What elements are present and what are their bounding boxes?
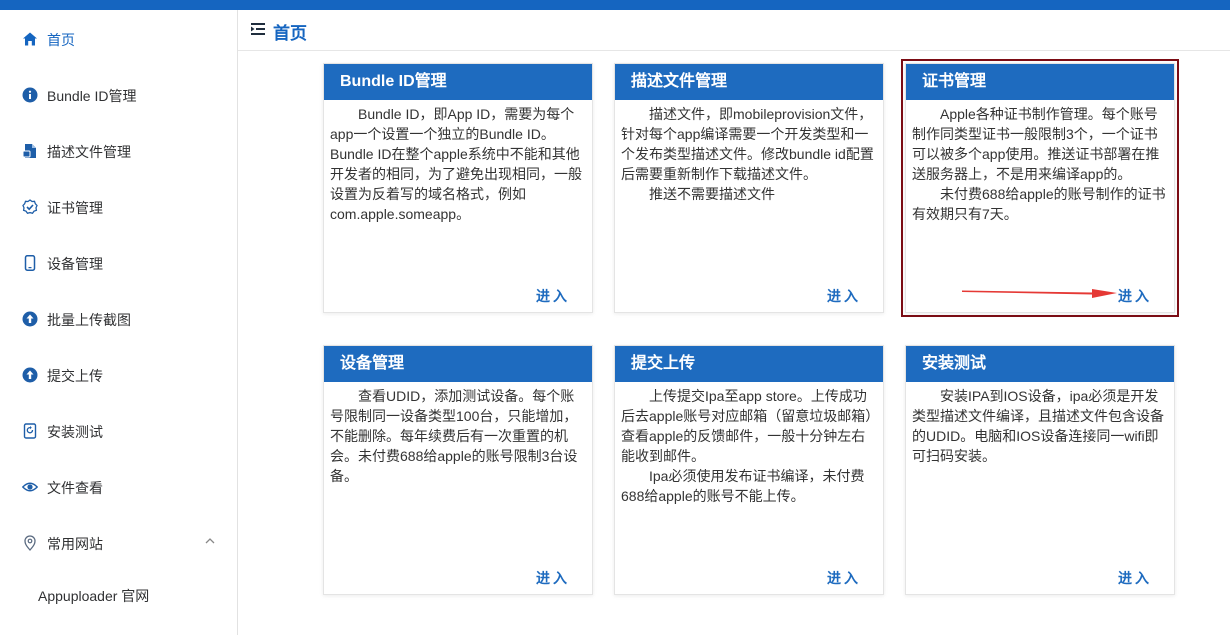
- sidebar-item-install-test[interactable]: 安装测试: [0, 411, 237, 451]
- sidebar-item-label: Bundle ID管理: [47, 88, 137, 104]
- sidebar-item-label: 首页: [47, 32, 75, 48]
- sidebar: 首页 Bundle ID管理 描述文件管理 证书管理 设备管理 批量上传截图 提…: [0, 10, 238, 635]
- card-profiles: 描述文件管理 描述文件，即mobileprovision文件，针对每个app编译…: [614, 63, 884, 313]
- sidebar-item-bundle-id[interactable]: Bundle ID管理: [0, 75, 237, 115]
- card-submit-upload: 提交上传 上传提交Ipa至app store。上传成功后去apple账号对应邮箱…: [614, 345, 884, 595]
- sidebar-item-label: 提交上传: [47, 368, 103, 384]
- file-icon: [22, 144, 36, 158]
- enter-button[interactable]: 进入: [1118, 568, 1152, 588]
- sidebar-item-submit-upload[interactable]: 提交上传: [0, 355, 237, 395]
- card-paragraph: Apple各种证书制作管理。每个账号制作同类型证书一般限制3个，一个证书可以被多…: [912, 106, 1160, 182]
- card-description: 查看UDID，添加测试设备。每个账号限制同一设备类型100台，只能增加，不能删除…: [324, 382, 592, 486]
- sidebar-item-label: 安装测试: [47, 424, 103, 440]
- card-title: 证书管理: [906, 64, 1174, 100]
- card-paragraph: Ipa必须使用发布证书编译，未付费688给apple的账号不能上传。: [621, 468, 865, 504]
- sidebar-item-devices[interactable]: 设备管理: [0, 243, 237, 283]
- sidebar-item-label: 设备管理: [47, 256, 103, 272]
- card-certificates: 证书管理 Apple各种证书制作管理。每个账号制作同类型证书一般限制3个，一个证…: [901, 59, 1179, 317]
- card-paragraph: 安装IPA到IOS设备，ipa必须是开发类型描述文件编译，且描述文件包含设备的U…: [912, 388, 1164, 464]
- sidebar-item-label: 常用网站: [47, 536, 103, 552]
- sidebar-item-label: 描述文件管理: [47, 144, 131, 160]
- card-description: Bundle ID，即App ID，需要为每个app一个设置一个独立的Bundl…: [324, 100, 592, 224]
- sidebar-item-label: 证书管理: [47, 200, 103, 216]
- card-paragraph: Bundle ID，即App ID，需要为每个app一个设置一个独立的Bundl…: [330, 106, 582, 222]
- sidebar-item-certificates[interactable]: 证书管理: [0, 187, 237, 227]
- sidebar-item-common-sites[interactable]: 常用网站: [0, 523, 237, 563]
- card-title: 设备管理: [324, 346, 592, 382]
- card-title: Bundle ID管理: [324, 64, 592, 100]
- page-header: 首页: [238, 10, 1230, 51]
- card-title: 描述文件管理: [615, 64, 883, 100]
- certificate-icon: [22, 199, 38, 215]
- enter-button[interactable]: 进入: [536, 568, 570, 588]
- sidebar-item-home[interactable]: 首页: [0, 19, 237, 59]
- card-paragraph: 查看UDID，添加测试设备。每个账号限制同一设备类型100台，只能增加，不能删除…: [330, 388, 578, 484]
- sidebar-item-profiles[interactable]: 描述文件管理: [0, 131, 237, 171]
- home-icon: [23, 32, 37, 46]
- enter-button[interactable]: 进入: [1118, 286, 1152, 306]
- sidebar-subitem-appuploader-site[interactable]: Appuploader 官网: [38, 586, 149, 606]
- sidebar-item-batch-screenshots[interactable]: 批量上传截图: [0, 299, 237, 339]
- card-description: Apple各种证书制作管理。每个账号制作同类型证书一般限制3个，一个证书可以被多…: [906, 100, 1174, 224]
- eye-icon: [22, 482, 38, 492]
- install-icon: [23, 423, 37, 439]
- card-bundle-id: Bundle ID管理 Bundle ID，即App ID，需要为每个app一个…: [323, 63, 593, 313]
- upload-icon: [22, 367, 38, 383]
- card-title: 提交上传: [615, 346, 883, 382]
- location-icon: [24, 535, 36, 551]
- card-paragraph: 描述文件，即mobileprovision文件，针对每个app编译需要一个开发类…: [621, 106, 874, 182]
- card-paragraph: 未付费688给apple的账号制作的证书有效期只有7天。: [912, 186, 1166, 222]
- card-install-test: 安装测试 安装IPA到IOS设备，ipa必须是开发类型描述文件编译，且描述文件包…: [905, 345, 1175, 595]
- phone-icon: [24, 255, 36, 271]
- upload-icon: [22, 311, 38, 327]
- enter-button[interactable]: 进入: [827, 568, 861, 588]
- sidebar-item-file-viewer[interactable]: 文件查看: [0, 467, 237, 507]
- card-paragraph: 推送不需要描述文件: [649, 186, 775, 202]
- card-description: 描述文件，即mobileprovision文件，针对每个app编译需要一个开发类…: [615, 100, 883, 204]
- card-description: 安装IPA到IOS设备，ipa必须是开发类型描述文件编译，且描述文件包含设备的U…: [906, 382, 1174, 466]
- page-title: 首页: [273, 24, 307, 43]
- card-description: 上传提交Ipa至app store。上传成功后去apple账号对应邮箱（留意垃圾…: [615, 382, 883, 506]
- top-bar: [0, 0, 1230, 10]
- annotation-arrow-icon: [962, 289, 1117, 298]
- chevron-up-icon[interactable]: [204, 535, 216, 547]
- enter-button[interactable]: 进入: [827, 286, 861, 306]
- card-paragraph: 上传提交Ipa至app store。上传成功后去apple账号对应邮箱（留意垃圾…: [621, 388, 873, 464]
- sidebar-item-label: 文件查看: [47, 480, 103, 496]
- menu-fold-icon[interactable]: [250, 21, 266, 37]
- sidebar-item-label: 批量上传截图: [47, 312, 131, 328]
- info-icon: [22, 87, 38, 103]
- card-devices: 设备管理 查看UDID，添加测试设备。每个账号限制同一设备类型100台，只能增加…: [323, 345, 593, 595]
- card-title: 安装测试: [906, 346, 1174, 382]
- enter-button[interactable]: 进入: [536, 286, 570, 306]
